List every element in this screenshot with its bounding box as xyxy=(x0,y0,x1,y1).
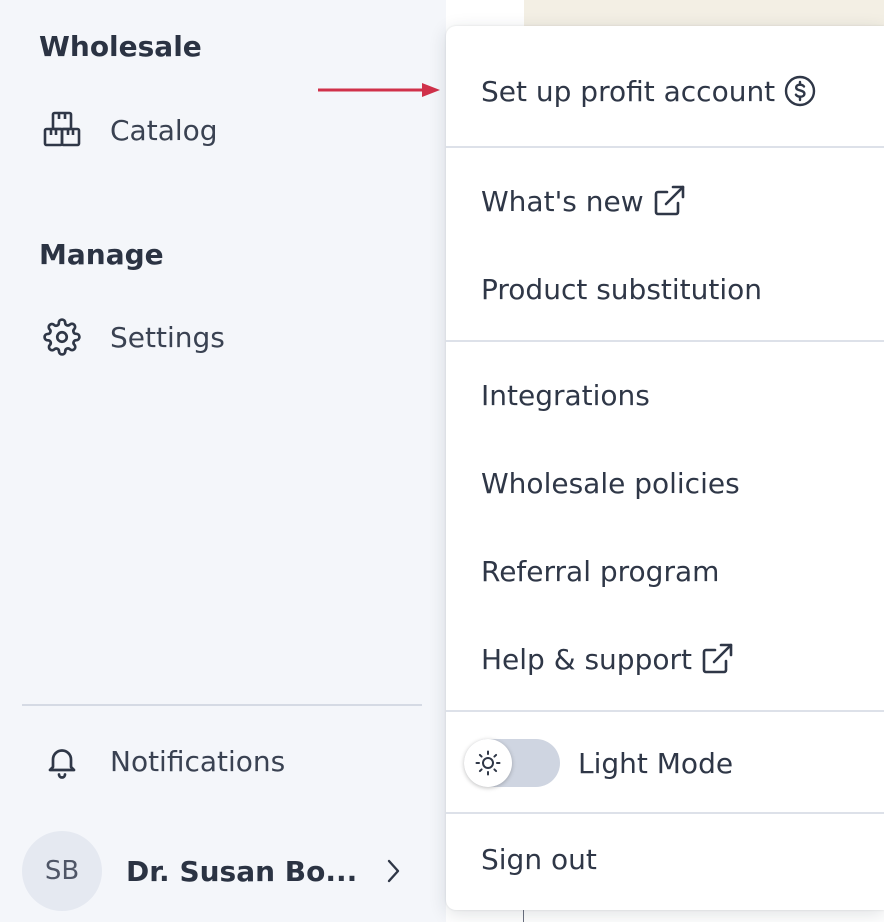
theme-toggle[interactable]: Light Mode xyxy=(464,736,733,790)
menu-item-label: Referral program xyxy=(481,554,720,588)
sidebar-divider xyxy=(22,704,422,706)
sidebar-item-label: Catalog xyxy=(110,113,218,147)
menu-item-label: Set up profit account xyxy=(481,74,776,108)
menu-divider xyxy=(446,812,884,814)
sun-icon xyxy=(475,750,501,776)
menu-item-sign-out[interactable]: Sign out xyxy=(481,837,597,881)
menu-item-whats-new[interactable]: What's new xyxy=(481,179,686,223)
bell-icon xyxy=(40,739,84,783)
menu-item-profit-account[interactable]: Set up profit account xyxy=(481,69,817,113)
boxes-icon xyxy=(40,108,84,152)
section-title-manage: Manage xyxy=(39,238,164,271)
sidebar-item-label: Notifications xyxy=(110,744,286,778)
sidebar-item-notifications[interactable]: Notifications xyxy=(40,737,285,785)
gear-icon xyxy=(40,315,84,359)
annotation-arrow-icon xyxy=(318,83,440,97)
sidebar-item-label: Settings xyxy=(110,320,225,354)
menu-item-label: Wholesale policies xyxy=(481,466,740,500)
user-account-button[interactable]: SB Dr. Susan Bo... xyxy=(22,830,422,912)
menu-item-label: Product substitution xyxy=(481,272,763,306)
menu-item-label: Sign out xyxy=(481,842,597,876)
external-link-icon xyxy=(652,184,686,218)
section-title-wholesale: Wholesale xyxy=(39,30,202,63)
menu-item-integrations[interactable]: Integrations xyxy=(481,373,650,417)
menu-item-label: What's new xyxy=(481,184,644,218)
user-name: Dr. Susan Bo... xyxy=(126,854,358,888)
menu-item-help-support[interactable]: Help & support xyxy=(481,637,734,681)
menu-item-wholesale-policies[interactable]: Wholesale policies xyxy=(481,461,740,505)
sidebar: Wholesale Catalog Manage Settings Notifi… xyxy=(0,0,446,922)
external-link-icon xyxy=(700,642,734,676)
theme-toggle-label: Light Mode xyxy=(578,746,734,780)
sidebar-item-settings[interactable]: Settings xyxy=(40,313,225,361)
menu-divider xyxy=(446,340,884,342)
menu-divider xyxy=(446,146,884,148)
menu-item-label: Help & support xyxy=(481,642,692,676)
sidebar-item-catalog[interactable]: Catalog xyxy=(40,106,218,154)
toggle-knob[interactable] xyxy=(464,739,512,787)
account-menu: Set up profit account What's new Product… xyxy=(446,26,884,910)
menu-item-product-substitution[interactable]: Product substitution xyxy=(481,267,762,311)
chevron-right-icon xyxy=(378,856,408,886)
menu-item-referral-program[interactable]: Referral program xyxy=(481,549,719,593)
menu-divider xyxy=(446,710,884,712)
avatar: SB xyxy=(22,831,102,911)
dollar-circle-icon xyxy=(783,74,817,108)
menu-item-label: Integrations xyxy=(481,378,650,412)
toggle-track[interactable] xyxy=(464,739,560,787)
